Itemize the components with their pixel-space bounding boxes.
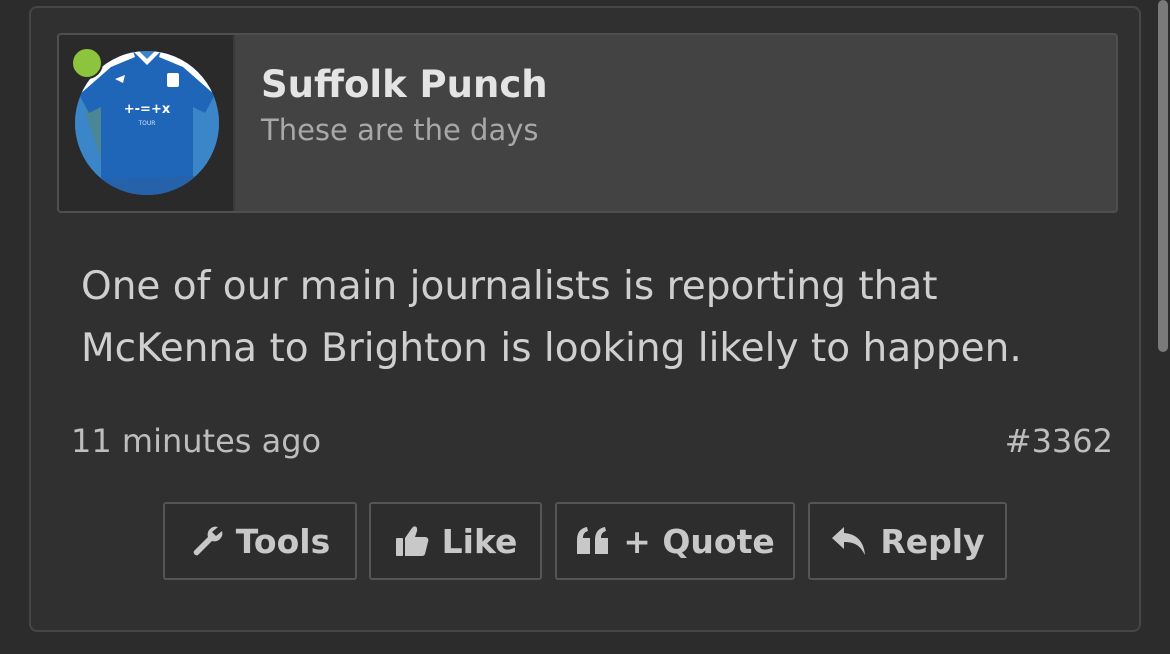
quote-button[interactable]: + Quote: [555, 502, 795, 580]
quote-button-label: + Quote: [623, 521, 775, 561]
reply-button-label: Reply: [880, 521, 985, 561]
post-timestamp[interactable]: 11 minutes ago: [71, 422, 321, 460]
online-status-indicator: [71, 47, 103, 79]
svg-text:+-=+x: +-=+x: [124, 102, 171, 117]
thumbs-up-icon: [395, 526, 428, 556]
svg-text:TOUR: TOUR: [138, 120, 156, 127]
page-scrollbar[interactable]: [1158, 0, 1168, 352]
like-button-label: Like: [441, 521, 518, 561]
post-author-box: +-=+x TOUR Suffolk Punch These are the d…: [57, 33, 1118, 213]
tools-button-label: Tools: [235, 521, 331, 561]
post-message: One of our main journalists is reporting…: [81, 264, 1022, 371]
forum-post: +-=+x TOUR Suffolk Punch These are the d…: [29, 6, 1141, 632]
author-user-title: These are the days: [261, 113, 539, 147]
reply-button[interactable]: Reply: [808, 502, 1007, 580]
wrench-icon: [193, 526, 223, 556]
author-username[interactable]: Suffolk Punch: [261, 63, 548, 106]
tools-button[interactable]: Tools: [163, 502, 357, 580]
avatar-cell: +-=+x TOUR: [59, 35, 235, 211]
post-number-link[interactable]: #3362: [1005, 422, 1113, 460]
quote-icon: [577, 527, 609, 554]
like-button[interactable]: Like: [369, 502, 542, 580]
reply-icon: [832, 527, 866, 555]
